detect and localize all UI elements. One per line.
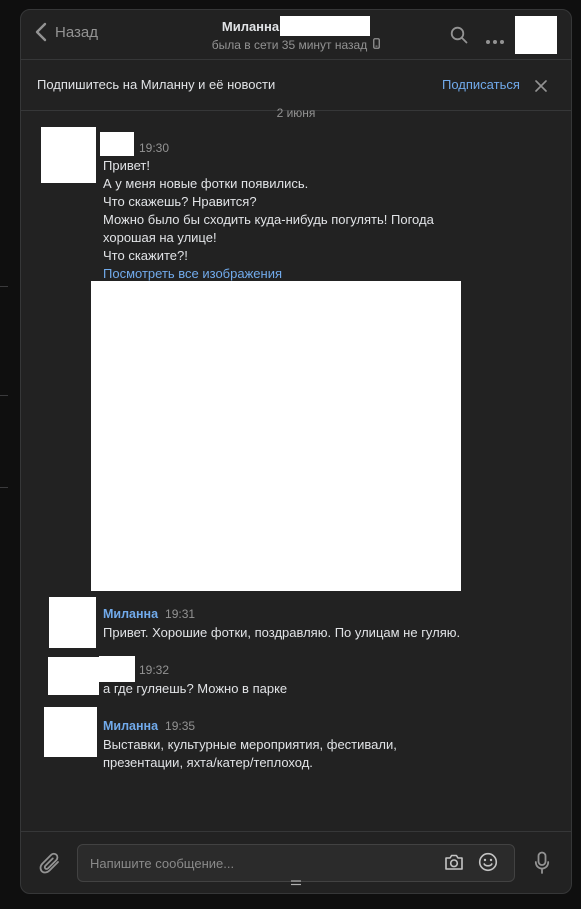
message-text: Привет. Хорошие фотки, поздравляю. По ул…: [103, 624, 460, 642]
message-line: а где гуляешь? Можно в парке: [103, 681, 288, 696]
smile-icon[interactable]: [478, 852, 498, 877]
edge-divider: [0, 286, 8, 287]
message-author[interactable]: Миланна: [103, 607, 158, 621]
chevron-left-icon: [35, 22, 47, 42]
message-input[interactable]: [90, 845, 420, 881]
message-header: Миланна 19:35: [103, 719, 195, 735]
search-icon[interactable]: [450, 26, 468, 49]
date-separator: 2 июня: [276, 106, 316, 120]
message-time: 19:31: [165, 607, 196, 621]
message-line: Что скажите?!: [103, 248, 188, 263]
avatar[interactable]: [44, 707, 97, 757]
message-text: Выставки, культурные мероприятия, фестив…: [103, 736, 397, 772]
message-time: 19:30: [139, 141, 170, 155]
chat-title[interactable]: Миланна была в сети 35 минут назад: [171, 16, 421, 52]
microphone-icon[interactable]: [534, 851, 550, 880]
redacted-surname: [280, 16, 371, 36]
redacted-author-name: [100, 132, 134, 156]
message-author[interactable]: Миланна: [103, 719, 158, 733]
chat-window: Назад Миланна была в сети 35 минут назад…: [20, 9, 572, 894]
camera-icon[interactable]: [444, 853, 464, 876]
message-line: хорошая на улице!: [103, 230, 217, 245]
chat-header: Назад Миланна была в сети 35 минут назад: [21, 10, 571, 60]
message-line: Привет!: [103, 158, 150, 173]
message-header: 19:30: [139, 141, 169, 157]
message-time: 19:35: [165, 719, 196, 733]
message-line: Что скажешь? Нравится?: [103, 194, 257, 209]
message-header: Миланна 19:31: [103, 607, 195, 623]
resize-grip-icon[interactable]: [290, 873, 302, 891]
message-line: Привет. Хорошие фотки, поздравляю. По ул…: [103, 625, 461, 640]
more-horizontal-icon[interactable]: [485, 32, 505, 50]
subscribe-button[interactable]: Подписаться: [442, 77, 520, 92]
paperclip-icon[interactable]: [39, 851, 61, 880]
avatar[interactable]: [49, 597, 96, 648]
photo-attachment[interactable]: [91, 281, 461, 591]
contact-name: Миланна: [221, 18, 280, 34]
message-header: 19:32: [139, 663, 169, 679]
close-icon[interactable]: [535, 79, 547, 97]
message-text: а где гуляешь? Можно в парке: [103, 680, 287, 698]
message-line: Можно было бы сходить куда-нибудь погуля…: [103, 212, 434, 227]
edge-divider: [0, 487, 8, 488]
message-line: презентации, яхта/катер/теплоход.: [103, 755, 313, 770]
subscribe-bar: Подпишитесь на Миланну и её новости Подп…: [21, 60, 571, 111]
avatar[interactable]: [48, 657, 99, 695]
back-button[interactable]: Назад: [35, 22, 98, 42]
message-composer: [21, 831, 571, 893]
message-time: 19:32: [139, 663, 170, 677]
phone-icon: [373, 38, 381, 52]
message-line: Выставки, культурные мероприятия, фестив…: [103, 737, 397, 752]
redacted-author-name: [99, 656, 135, 682]
subscribe-text: Подпишитесь на Миланну и её новости: [37, 77, 276, 92]
back-label: Назад: [55, 23, 98, 41]
message-line: А у меня новые фотки появились.: [103, 176, 309, 191]
edge-divider: [0, 395, 8, 396]
contact-avatar[interactable]: [515, 16, 557, 54]
avatar[interactable]: [41, 127, 96, 183]
message-text: Привет! А у меня новые фотки появились. …: [103, 157, 434, 283]
online-status: была в сети 35 минут назад: [211, 38, 368, 52]
